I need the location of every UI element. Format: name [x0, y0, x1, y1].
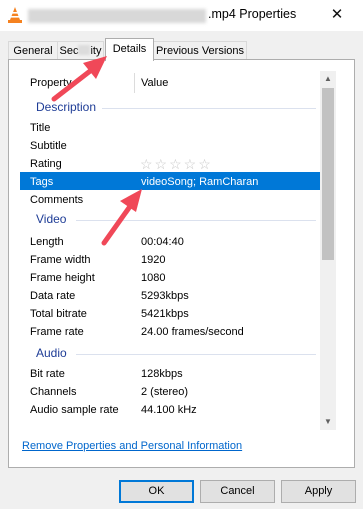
- property-name: Frame height: [30, 272, 95, 284]
- property-name: Frame width: [30, 254, 91, 266]
- tab-details[interactable]: Details: [105, 38, 154, 61]
- scroll-thumb[interactable]: [322, 88, 334, 260]
- tab-security-label-start: Sec: [59, 45, 79, 57]
- list-item-selected[interactable]: Tags videoSong; RamCharan: [20, 172, 320, 190]
- title-bar: .mp4 Properties ✕: [0, 0, 363, 31]
- list-item[interactable]: Comments: [20, 190, 320, 208]
- tab-security-obscured: [78, 45, 91, 55]
- property-name: Tags: [30, 176, 54, 188]
- property-value[interactable]: videoSong; RamCharan: [141, 176, 258, 188]
- property-name: Comments: [30, 194, 84, 206]
- list-item[interactable]: Frame rate 24.00 frames/second: [20, 322, 320, 340]
- column-divider[interactable]: [134, 73, 135, 93]
- property-name: Bit rate: [30, 368, 65, 380]
- property-value: 5421kbps: [141, 308, 189, 320]
- property-value: 2 (stereo): [141, 386, 189, 398]
- property-name: Frame rate: [30, 326, 84, 338]
- group-header-audio: Audio: [36, 346, 67, 360]
- property-name: Length: [30, 236, 64, 248]
- column-header-value[interactable]: Value: [141, 77, 168, 89]
- property-value: 44.100 kHz: [141, 404, 197, 416]
- group-header-description: Description: [36, 100, 97, 114]
- property-name: Rating: [30, 158, 62, 170]
- property-name: Total bitrate: [30, 308, 87, 320]
- property-name: Data rate: [30, 290, 76, 302]
- tab-general[interactable]: General: [8, 41, 58, 60]
- tab-security[interactable]: Sec ity: [57, 41, 104, 60]
- scroll-down-arrow-icon[interactable]: ▼: [320, 414, 336, 430]
- group-header-video: Video: [36, 212, 67, 226]
- property-name: Title: [30, 122, 51, 134]
- property-name: Audio sample rate: [30, 404, 119, 416]
- list-item[interactable]: Length 00:04:40: [20, 232, 320, 250]
- property-name: Channels: [30, 386, 77, 398]
- list-header: Property Value: [20, 71, 320, 93]
- property-value: 128kbps: [141, 368, 183, 380]
- list-item[interactable]: Frame width 1920: [20, 250, 320, 268]
- list-item[interactable]: Rating ☆☆☆☆☆: [20, 154, 320, 172]
- list-item[interactable]: Frame height 1080: [20, 268, 320, 286]
- cancel-button[interactable]: Cancel: [200, 480, 275, 503]
- tab-security-label-end: ity: [90, 45, 102, 57]
- property-value: 24.00 frames/second: [141, 326, 244, 338]
- property-value: 1080: [141, 272, 166, 284]
- group-divider: [76, 354, 316, 355]
- list-item[interactable]: Subtitle: [20, 136, 320, 154]
- vertical-scrollbar[interactable]: ▲ ▼: [320, 71, 336, 430]
- property-value: 1920: [141, 254, 166, 266]
- group-header-partial: · · · ·: [36, 424, 62, 431]
- column-header-property[interactable]: Property: [30, 77, 72, 89]
- remove-properties-link[interactable]: Remove Properties and Personal Informati…: [22, 440, 242, 452]
- list-item[interactable]: Channels 2 (stereo): [20, 382, 320, 400]
- property-list[interactable]: Property Value Description Title Subtitl…: [20, 71, 320, 431]
- property-name: Subtitle: [30, 140, 67, 152]
- rating-stars[interactable]: ☆☆☆☆☆: [140, 156, 213, 173]
- scroll-up-arrow-icon[interactable]: ▲: [320, 71, 336, 87]
- list-item[interactable]: Total bitrate 5421kbps: [20, 304, 320, 322]
- property-value: 5293kbps: [141, 290, 189, 302]
- tab-previous-versions[interactable]: Previous Versions: [153, 41, 247, 60]
- redacted-filename: [28, 9, 206, 23]
- list-item[interactable]: Title: [20, 118, 320, 136]
- list-item[interactable]: Bit rate 128kbps: [20, 364, 320, 382]
- ok-button[interactable]: OK: [119, 480, 194, 503]
- window-title: .mp4 Properties: [208, 7, 297, 21]
- close-button[interactable]: ✕: [314, 0, 360, 31]
- list-item[interactable]: Data rate 5293kbps: [20, 286, 320, 304]
- apply-button[interactable]: Apply: [281, 480, 356, 503]
- vlc-cone-icon: [8, 7, 22, 23]
- property-value: 00:04:40: [141, 236, 184, 248]
- group-divider: [76, 220, 316, 221]
- list-item[interactable]: Audio sample rate 44.100 kHz: [20, 400, 320, 418]
- group-divider: [102, 108, 316, 109]
